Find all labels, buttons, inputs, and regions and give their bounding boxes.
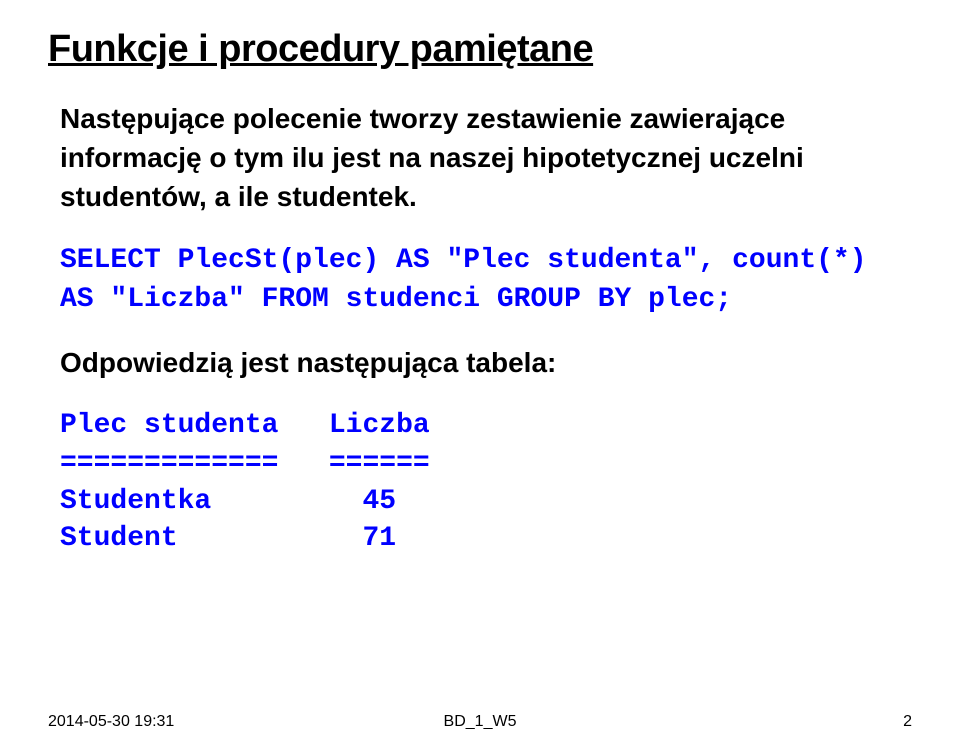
footer-doc-id: BD_1_W5 bbox=[444, 713, 517, 731]
table-row: Student 71 bbox=[60, 523, 396, 554]
result-table: Plec studenta Liczba ============= =====… bbox=[60, 407, 912, 558]
intro-paragraph: Następujące polecenie tworzy zestawienie… bbox=[60, 99, 912, 217]
sql-code-block: SELECT PlecSt(plec) AS "Plec studenta", … bbox=[60, 241, 912, 319]
table-separator: ============= ====== bbox=[60, 448, 430, 479]
footer-date: 2014-05-30 19:31 bbox=[48, 713, 174, 731]
page-footer: 2014-05-30 19:31 BD_1_W5 2 bbox=[48, 713, 912, 731]
table-row: Studentka 45 bbox=[60, 486, 396, 517]
response-label: Odpowiedzią jest następująca tabela: bbox=[60, 347, 912, 379]
table-header: Plec studenta Liczba bbox=[60, 410, 430, 441]
footer-page-number: 2 bbox=[903, 713, 912, 731]
page-title: Funkcje i procedury pamiętane bbox=[48, 28, 912, 71]
